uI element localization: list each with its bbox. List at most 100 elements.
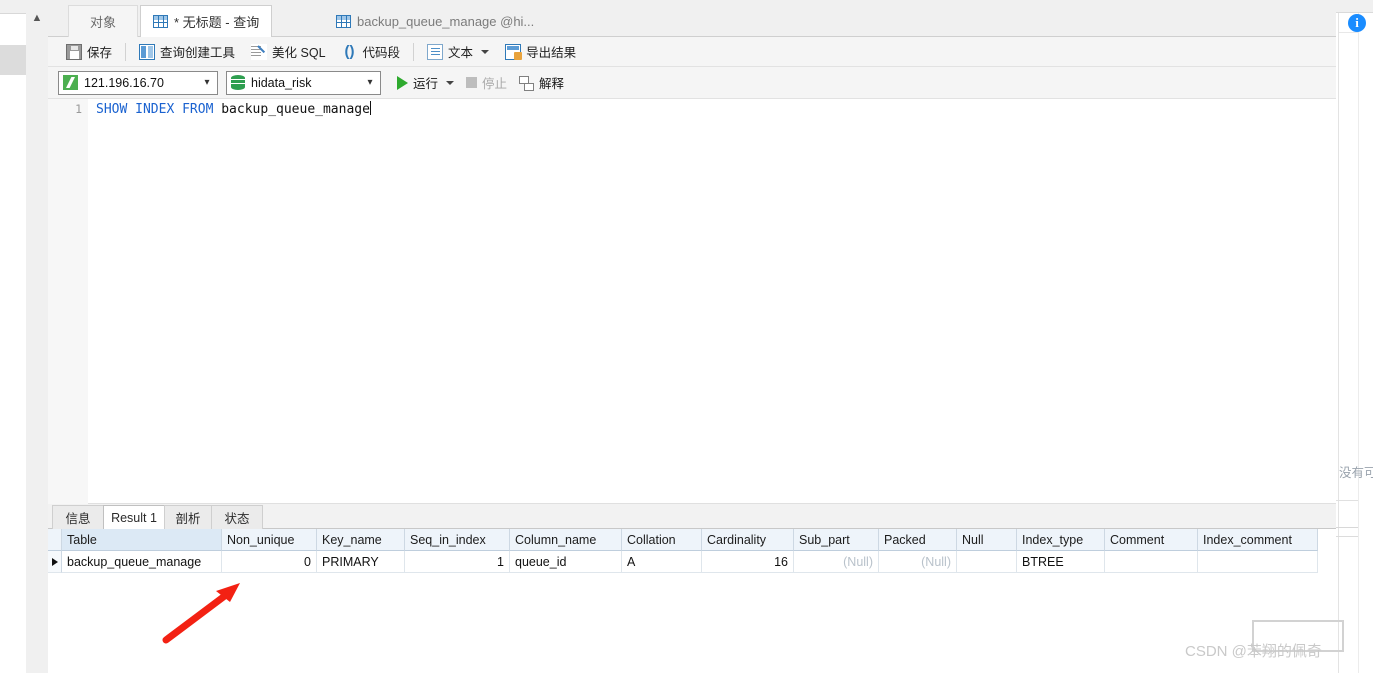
grid-header-sub_part[interactable]: Sub_part bbox=[794, 529, 879, 551]
grid-header-index_type[interactable]: Index_type bbox=[1017, 529, 1105, 551]
sql-keywords: SHOW INDEX FROM bbox=[96, 102, 214, 117]
chevron-up-icon[interactable]: ▲ bbox=[30, 12, 44, 24]
query-builder-icon bbox=[139, 43, 156, 60]
run-label: 运行 bbox=[413, 77, 439, 91]
sql-editor[interactable]: 1 SHOW INDEX FROM backup_queue_manage bbox=[48, 99, 1336, 504]
grid-header-comment[interactable]: Comment bbox=[1105, 529, 1198, 551]
result-grid: Table Non_unique Key_name Seq_in_index Colum… bbox=[48, 529, 1336, 573]
save-button[interactable]: 保存 bbox=[58, 40, 120, 64]
grid-cell-collation[interactable]: A bbox=[622, 551, 702, 573]
annotation-arrow-icon bbox=[162, 583, 240, 644]
save-label: 保存 bbox=[87, 46, 113, 60]
beautify-sql-label: 美化 SQL bbox=[272, 46, 326, 60]
editor-toolbar: 保存 查询创建工具 美化 SQL () 代码段 文本 导出结果 bbox=[48, 37, 1336, 67]
left-strip-top bbox=[0, 0, 26, 14]
tab-untitled-query[interactable]: * 无标题 - 查询 bbox=[140, 5, 273, 37]
database-value: hidata_risk bbox=[251, 75, 312, 90]
grid-cell-index_type[interactable]: BTREE bbox=[1017, 551, 1105, 573]
grid-header-cardinality[interactable]: Cardinality bbox=[702, 529, 794, 551]
beautify-sql-button[interactable]: 美化 SQL bbox=[243, 40, 334, 64]
tab-profile-label: 剖析 bbox=[175, 512, 201, 526]
right-panel-divider-2 bbox=[1358, 13, 1359, 673]
grid-cell-seq_in_index[interactable]: 1 bbox=[405, 551, 510, 573]
tab-status-label: 状态 bbox=[224, 512, 250, 526]
editor-tabstrip: 对象 * 无标题 - 查询 backup_queue_manage @hi... bbox=[48, 0, 1336, 37]
query-builder-button[interactable]: 查询创建工具 bbox=[131, 40, 243, 64]
row-indicator bbox=[48, 551, 62, 573]
result-tabstrip: 信息 Result 1 剖析 状态 bbox=[48, 504, 1336, 529]
code-snippet-button[interactable]: () 代码段 bbox=[334, 40, 409, 64]
grid-cell-comment[interactable] bbox=[1105, 551, 1198, 573]
connection-value: 121.196.16.70 bbox=[84, 75, 164, 90]
sql-code-line[interactable]: SHOW INDEX FROM backup_queue_manage bbox=[96, 101, 371, 117]
grid-header-seq_in_index[interactable]: Seq_in_index bbox=[405, 529, 510, 551]
stop-label: 停止 bbox=[482, 77, 508, 91]
run-button[interactable]: 运行 bbox=[391, 71, 460, 95]
chevron-down-icon[interactable] bbox=[481, 49, 490, 54]
table-row[interactable]: backup_queue_manage 0 PRIMARY 1 queue_id A 16(… bbox=[48, 551, 1336, 573]
grid-cell-index_comment[interactable] bbox=[1198, 551, 1318, 573]
connection-select[interactable]: 121.196.16.70 ▾ bbox=[58, 70, 218, 95]
info-icon[interactable]: i bbox=[1348, 14, 1366, 32]
grid-header-non_unique[interactable]: Non_unique bbox=[222, 529, 317, 551]
export-result-label: 导出结果 bbox=[526, 46, 577, 60]
tab-info[interactable]: 信息 bbox=[52, 505, 104, 529]
grid-cell-sub_part[interactable]: (Null) bbox=[794, 551, 879, 573]
text-document-icon bbox=[427, 43, 444, 60]
grid-cell-column_name[interactable]: queue_id bbox=[510, 551, 622, 573]
toolbar-separator bbox=[125, 42, 127, 61]
tab-objects-label: 对象 bbox=[89, 15, 116, 30]
grid-corner-cell bbox=[48, 529, 62, 551]
grid-cell-non_unique[interactable]: 0 bbox=[222, 551, 317, 573]
parentheses-icon: () bbox=[344, 42, 355, 60]
grid-cell-cardinality[interactable]: 16 bbox=[702, 551, 794, 573]
text-mode-label: 文本 bbox=[448, 46, 474, 60]
grid-header-key_name[interactable]: Key_name bbox=[317, 529, 405, 551]
tab-objects[interactable]: 对象 bbox=[68, 5, 138, 37]
tab-backup-queue-manage-label: backup_queue_manage @hi... bbox=[357, 13, 535, 29]
left-grey-block bbox=[0, 45, 26, 75]
sidebar-scrollbar-track[interactable] bbox=[30, 75, 74, 512]
right-panel-line-3 bbox=[1336, 536, 1358, 537]
right-panel-line-1 bbox=[1336, 500, 1358, 501]
export-result-button[interactable]: 导出结果 bbox=[497, 40, 584, 64]
grid-header-table[interactable]: Table bbox=[62, 529, 222, 551]
save-icon bbox=[66, 43, 82, 60]
text-mode-button[interactable]: 文本 bbox=[419, 40, 497, 64]
grid-header-collation[interactable]: Collation bbox=[622, 529, 702, 551]
grid-icon bbox=[336, 14, 351, 28]
grid-header-null[interactable]: Null bbox=[957, 529, 1017, 551]
grid-header-column_name[interactable]: Column_name bbox=[510, 529, 622, 551]
query-builder-label: 查询创建工具 bbox=[160, 46, 236, 60]
stop-icon bbox=[466, 77, 478, 88]
tab-untitled-query-label: * 无标题 - 查询 bbox=[174, 15, 260, 30]
grid-icon bbox=[153, 15, 168, 28]
stop-button[interactable]: 停止 bbox=[460, 71, 513, 95]
grid-header-packed[interactable]: Packed bbox=[879, 529, 957, 551]
play-icon bbox=[397, 75, 408, 90]
chevron-down-icon[interactable] bbox=[446, 80, 455, 85]
database-select[interactable]: hidata_risk ▾ bbox=[226, 70, 381, 95]
tab-status[interactable]: 状态 bbox=[211, 505, 263, 529]
grid-cell-table[interactable]: backup_queue_manage bbox=[62, 551, 222, 573]
tab-profile[interactable]: 剖析 bbox=[164, 505, 212, 529]
tab-info-label: 信息 bbox=[65, 512, 91, 526]
line-number: 1 bbox=[75, 102, 82, 116]
export-icon bbox=[505, 43, 523, 60]
text-caret bbox=[369, 101, 371, 115]
watermark-text: CSDN @苯翔的佩奇 bbox=[1185, 643, 1322, 660]
grid-header-index_comment[interactable]: Index_comment bbox=[1198, 529, 1318, 551]
tab-backup-queue-manage[interactable]: backup_queue_manage @hi... bbox=[324, 5, 546, 37]
grid-header-row: Table Non_unique Key_name Seq_in_index Colum… bbox=[48, 529, 1336, 551]
right-panel-clipped-text: 没有可 bbox=[1339, 466, 1373, 480]
tab-result-1[interactable]: Result 1 bbox=[103, 505, 165, 529]
grid-cell-packed[interactable]: (Null) bbox=[879, 551, 957, 573]
chevron-down-icon[interactable]: ▾ bbox=[364, 77, 376, 88]
explain-icon bbox=[519, 75, 535, 91]
grid-cell-key_name[interactable]: PRIMARY bbox=[317, 551, 405, 573]
explain-button[interactable]: 解释 bbox=[513, 71, 570, 95]
right-panel-top bbox=[1336, 0, 1373, 13]
chevron-down-icon[interactable]: ▾ bbox=[201, 77, 213, 88]
connection-icon bbox=[63, 75, 78, 90]
grid-cell-null[interactable] bbox=[957, 551, 1017, 573]
